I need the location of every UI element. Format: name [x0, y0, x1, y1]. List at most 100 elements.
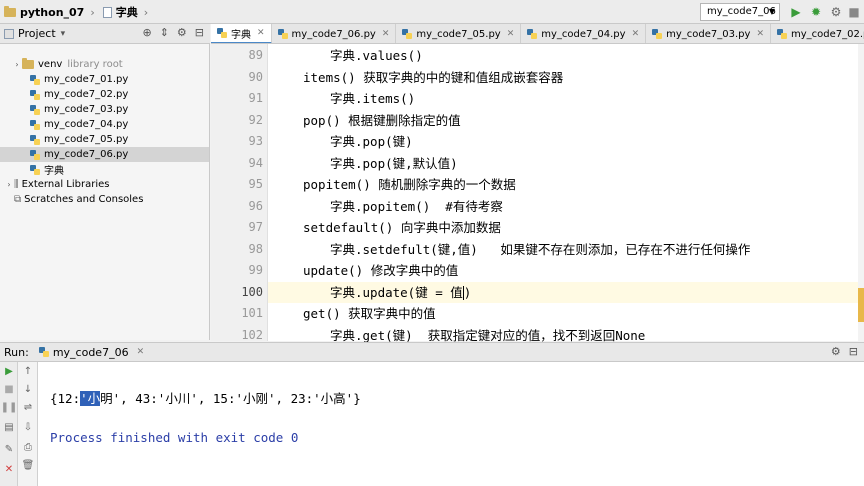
line-number: 98 [248, 241, 263, 256]
stop-icon: ■ [848, 5, 860, 19]
code-line[interactable]: 字典.pop(键) [268, 131, 858, 152]
editor-tab[interactable]: my_code7_03.py ✕ [646, 24, 771, 43]
tree-item[interactable]: my_code7_06.py [0, 147, 209, 162]
code-line-text: get() 获取字典中的值 [303, 306, 436, 321]
close-icon[interactable]: ✕ [756, 29, 764, 39]
code-line[interactable]: 字典.pop(键,默认值) [268, 153, 858, 174]
run-button[interactable]: ▶ [788, 4, 804, 20]
breadcrumb-separator-icon: › [143, 5, 149, 19]
collapse-all-icon[interactable]: ⇕ [160, 26, 169, 39]
chevron-down-icon[interactable]: ▾ [61, 29, 66, 39]
editor-tab-label: 字典 [231, 29, 251, 41]
breadcrumb-project[interactable]: python_07 › [0, 0, 99, 24]
editor-tab[interactable]: my_code7_02.py✕ [771, 24, 864, 43]
project-panel-title[interactable]: Project [18, 27, 56, 40]
navigation-bar: python_07 › 字典 › my_code7_06 ▼ ▶ ✹ ⚙ ■ [0, 0, 864, 24]
python-file-icon [776, 29, 787, 39]
close-icon[interactable]: ✕ [0, 462, 18, 476]
python-file-icon [30, 89, 40, 100]
run-panel-label: Run: [4, 345, 29, 359]
code-line-text: pop() 根据键删除指定的值 [303, 112, 461, 128]
python-file-icon [277, 29, 288, 39]
scroll-down-icon[interactable]: ↓ [18, 382, 38, 396]
close-icon[interactable]: ✕ [632, 29, 640, 39]
coverage-button[interactable]: ⚙ [828, 4, 844, 20]
code-line[interactable]: setdefault() 向字典中添加数据 [268, 217, 858, 238]
stop-icon[interactable]: ■ [0, 382, 18, 396]
code-line[interactable]: pop() 根据键删除指定的值 [268, 110, 858, 131]
gear-icon[interactable]: ⚙ [177, 26, 187, 39]
scratches-icon: ⧉ [14, 194, 22, 205]
editor-tab[interactable]: my_code7_06.py ✕ [272, 24, 397, 43]
code-line[interactable]: 字典.items() [268, 88, 858, 109]
tree-item[interactable]: › ⫼ External Libraries [0, 177, 209, 192]
close-icon[interactable]: ✕ [382, 29, 390, 39]
line-number: 89 [248, 48, 263, 62]
tree-item-label: my_code7_02.py [44, 89, 129, 100]
rerun-icon[interactable]: ▶ [0, 364, 18, 378]
hide-icon[interactable]: ⊟ [195, 26, 204, 39]
chevron-right-icon[interactable]: › [4, 180, 14, 189]
scroll-to-end-icon[interactable]: ⇩ [18, 420, 38, 434]
code-line[interactable]: items() 获取字典的中的键和值组成嵌套容器 [268, 67, 858, 88]
line-number: 100 [241, 284, 263, 299]
scrollbar-marker[interactable] [858, 288, 864, 322]
print-icon[interactable]: ⎙ [18, 440, 38, 454]
hide-icon[interactable]: ⊟ [849, 345, 858, 358]
locate-icon[interactable]: ⊕ [142, 26, 151, 39]
stop-button[interactable]: ■ [846, 4, 862, 20]
tree-item-label: External Libraries [21, 179, 110, 190]
trash-icon[interactable]: 🗑 [18, 458, 38, 472]
debug-button[interactable]: ✹ [808, 4, 824, 20]
tree-item[interactable]: 字典 [0, 162, 209, 177]
soft-wrap-icon[interactable]: ⇌ [18, 400, 38, 414]
close-icon[interactable]: ✕ [507, 29, 515, 39]
tree-item[interactable]: my_code7_02.py [0, 87, 209, 102]
code-line[interactable]: 字典.update(键 = 值) [268, 281, 858, 303]
editor-tab[interactable]: 字典 ✕ [211, 24, 272, 43]
chevron-right-icon[interactable]: › [12, 60, 22, 69]
tree-item[interactable]: ⧉ Scratches and Consoles [0, 192, 209, 207]
scroll-up-icon[interactable]: ↑ [18, 364, 38, 378]
tree-item[interactable]: › venv library root [0, 57, 209, 72]
coverage-icon: ⚙ [830, 5, 842, 19]
console-output[interactable] [38, 362, 864, 486]
tree-item[interactable]: my_code7_04.py [0, 117, 209, 132]
line-number: 95 [248, 177, 263, 191]
layout-icon[interactable]: ▤ [0, 420, 18, 434]
python-file-icon [30, 149, 40, 160]
code-line[interactable]: 字典.popitem() #有待考察 [268, 196, 858, 217]
run-configuration-select[interactable]: my_code7_06 ▼ [700, 3, 780, 21]
breadcrumb-separator-icon: › [90, 5, 95, 19]
tree-item-label: my_code7_03.py [44, 104, 129, 115]
breadcrumb-file[interactable]: 字典 › [99, 0, 152, 24]
pin-icon[interactable]: ✎ [0, 442, 18, 456]
code-line[interactable]: update() 修改字典中的值 [268, 260, 858, 281]
python-file-icon [30, 119, 40, 130]
tree-item[interactable]: my_code7_03.py [0, 102, 209, 117]
code-line[interactable]: 字典.setdefult(键,值) 如果键不存在则添加，已存在不进行任何操作 [268, 239, 858, 260]
code-line[interactable]: get() 获取字典中的值 [268, 303, 858, 324]
run-tab-label[interactable]: my_code7_06 [53, 346, 129, 359]
code-line-text: 字典.items() [330, 91, 416, 106]
tree-item[interactable]: my_code7_05.py [0, 132, 209, 147]
code-line[interactable]: popitem() 随机删除字典的一个数据 [268, 174, 858, 195]
tree-item-label: venv [38, 59, 63, 70]
code-line[interactable]: 字典.values() [268, 45, 858, 66]
project-icon [4, 28, 14, 39]
gear-icon[interactable]: ⚙ [831, 345, 841, 358]
pause-icon[interactable]: ❚❚ [0, 400, 18, 414]
bug-icon: ✹ [810, 5, 822, 19]
editor-tab[interactable]: my_code7_04.py ✕ [521, 24, 647, 43]
close-icon[interactable]: ✕ [137, 347, 145, 357]
line-number: 94 [248, 155, 263, 170]
editor-tab-label: my_code7_02.py [790, 28, 864, 40]
editor-tab[interactable]: my_code7_05.py ✕ [396, 24, 522, 43]
editor-tab-label: my_code7_04.py [541, 28, 626, 40]
tree-item[interactable]: my_code7_01.py [0, 72, 209, 87]
python-file-icon [527, 29, 538, 39]
editor-scrollbar[interactable] [858, 44, 864, 341]
code-line-text: 字典.setdefult(键,值) 如果键不存在则添加，已存在不进行任何操作 [330, 241, 751, 257]
line-number: 91 [248, 91, 263, 105]
close-icon[interactable]: ✕ [257, 28, 265, 38]
